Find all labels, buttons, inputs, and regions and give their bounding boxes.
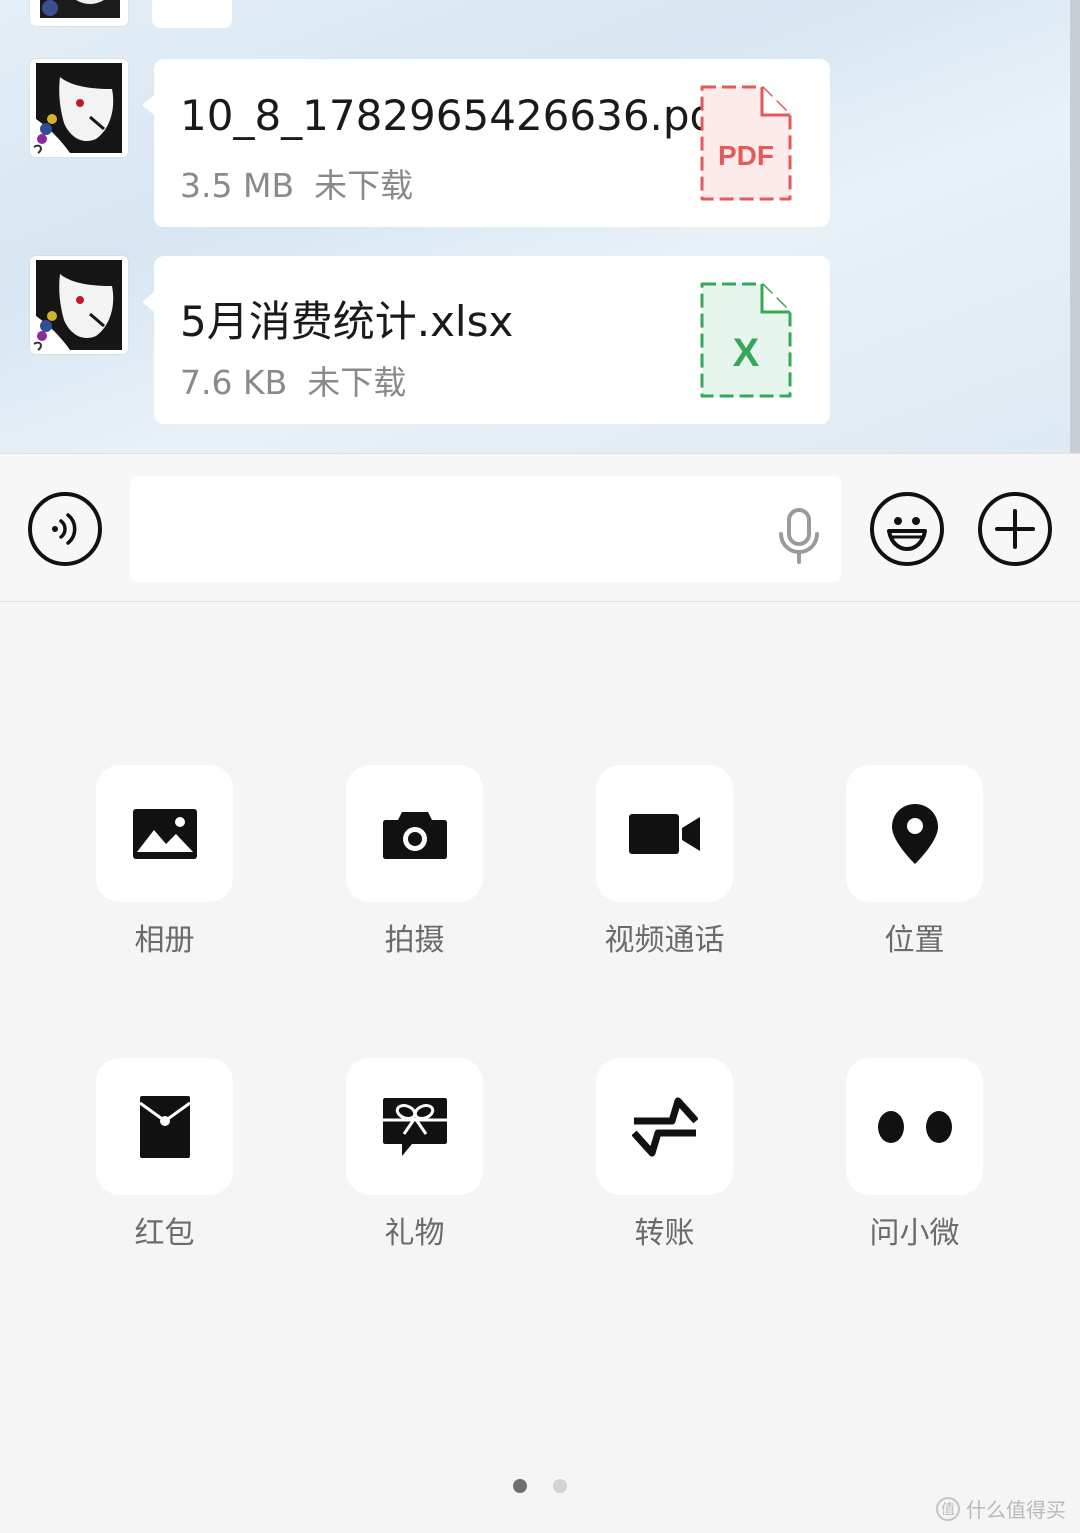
page-dot-active[interactable] — [513, 1479, 527, 1493]
action-label: 红包 — [134, 1216, 195, 1251]
more-button[interactable] — [978, 492, 1052, 566]
action-red-packet-tile[interactable] — [96, 1058, 233, 1195]
action-assistant[interactable]: 问小微 — [806, 1058, 1056, 1258]
input-bar — [0, 453, 1080, 602]
gift-icon — [382, 1097, 447, 1156]
page-indicator — [0, 1479, 1080, 1499]
action-label: 问小微 — [869, 1216, 960, 1251]
watermark-logo-icon: 值 — [936, 1496, 960, 1521]
file-size: 3.5 MB — [180, 166, 295, 205]
action-label: 转账 — [634, 1216, 695, 1251]
action-camera[interactable]: 拍摄 — [306, 765, 556, 965]
scrollbar[interactable] — [1070, 0, 1080, 453]
action-gift-tile[interactable] — [346, 1058, 483, 1195]
action-red-packet[interactable]: 红包 — [56, 1058, 306, 1258]
previous-message-bubble — [152, 0, 232, 28]
download-status: 未下载 — [314, 166, 414, 205]
action-assistant-tile[interactable] — [846, 1058, 983, 1195]
pdf-file-icon: PDF — [698, 83, 794, 203]
action-video-call[interactable]: 视频通话 — [556, 765, 806, 965]
sender-avatar[interactable] — [30, 0, 128, 26]
smile-icon — [887, 517, 927, 551]
action-label: 位置 — [884, 923, 945, 958]
action-location-tile[interactable] — [846, 765, 983, 902]
file-meta: 7.6 KB 未下载 — [180, 356, 406, 404]
microphone-icon[interactable] — [774, 508, 824, 564]
page-dot[interactable] — [553, 1479, 567, 1493]
svg-text:PDF: PDF — [718, 140, 774, 171]
file-name: 10_8_1782965426636.pdf — [180, 91, 732, 140]
download-status: 未下载 — [307, 363, 407, 402]
action-location[interactable]: 位置 — [806, 765, 1056, 965]
photo-album-icon — [132, 808, 197, 859]
action-gift[interactable]: 礼物 — [306, 1058, 556, 1258]
plus-icon — [995, 509, 1035, 549]
action-panel: 相册 拍摄 视频通话 位置 红包 礼物 转账 问小微 — [0, 602, 1080, 1533]
watermark-text: 什么值得买 — [966, 1498, 1066, 1522]
message-input[interactable] — [130, 476, 842, 582]
voice-mode-button[interactable] — [28, 492, 102, 566]
action-transfer-tile[interactable] — [596, 1058, 733, 1195]
sender-avatar[interactable] — [30, 256, 128, 354]
voice-wave-icon — [52, 513, 77, 545]
file-message-bubble[interactable]: 5月消费统计.xlsx 7.6 KB 未下载 X — [142, 256, 830, 424]
action-label: 相册 — [134, 923, 195, 958]
excel-file-icon: X — [698, 280, 794, 400]
action-album-tile[interactable] — [96, 765, 233, 902]
file-message-bubble[interactable]: 10_8_1782965426636.pdf 3.5 MB 未下载 PDF — [142, 59, 830, 227]
sender-avatar[interactable] — [30, 59, 128, 157]
file-name: 5月消费统计.xlsx — [180, 297, 514, 346]
emoji-button[interactable] — [870, 492, 944, 566]
action-video-call-tile[interactable] — [596, 765, 733, 902]
action-label: 视频通话 — [604, 923, 725, 958]
action-camera-tile[interactable] — [346, 765, 483, 902]
location-pin-icon — [891, 803, 938, 864]
action-label: 礼物 — [384, 1216, 445, 1251]
action-label: 拍摄 — [384, 923, 445, 958]
chat-area[interactable]: 10_8_1782965426636.pdf 3.5 MB 未下载 PDF 5月… — [0, 0, 1080, 453]
file-size: 7.6 KB — [180, 363, 288, 402]
red-packet-icon — [138, 1095, 191, 1158]
file-meta: 3.5 MB 未下载 — [180, 159, 413, 207]
watermark: 值 什么值得买 — [936, 1494, 1066, 1523]
action-transfer[interactable]: 转账 — [556, 1058, 806, 1258]
svg-text:X: X — [733, 331, 760, 375]
assistant-eyes-icon — [877, 1110, 952, 1143]
camera-icon — [382, 811, 447, 859]
action-album[interactable]: 相册 — [56, 765, 306, 965]
video-call-icon — [628, 813, 700, 854]
transfer-icon — [631, 1097, 698, 1156]
